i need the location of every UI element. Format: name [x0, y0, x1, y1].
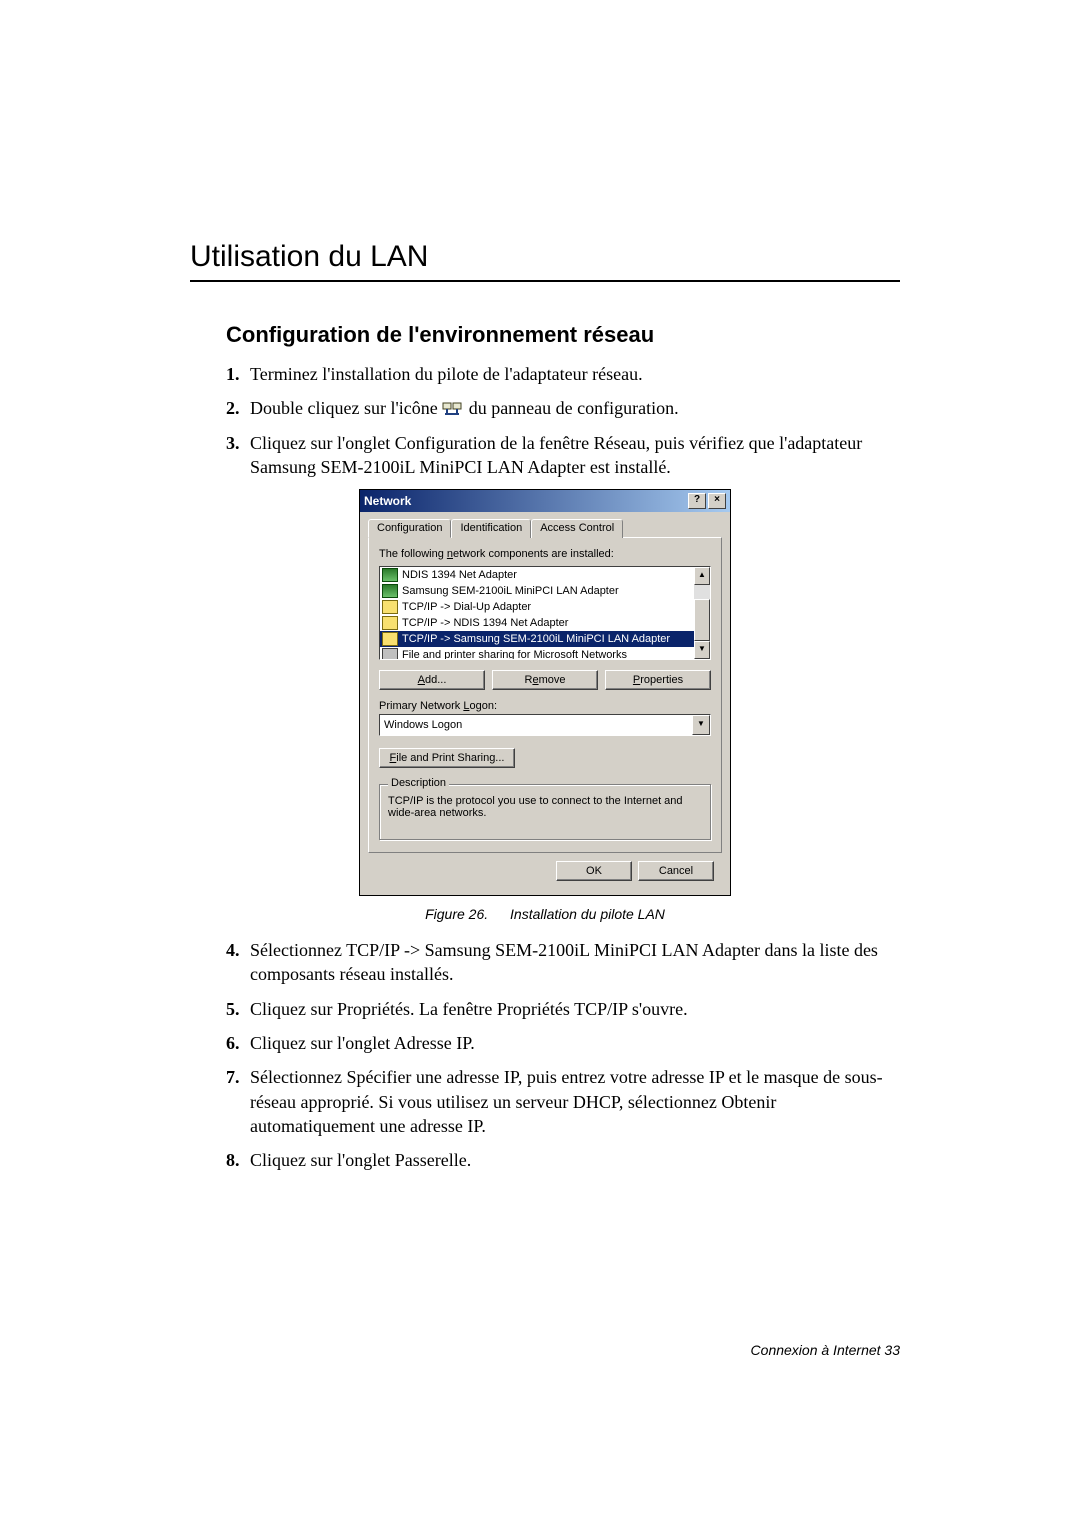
- dialog-title: Network: [364, 494, 411, 508]
- tab-identification[interactable]: Identification: [451, 519, 531, 538]
- btn-label: ile and Print Sharing...: [396, 752, 504, 764]
- component-buttons-row: Add... Remove Properties: [379, 670, 711, 690]
- combo-value: Windows Logon: [380, 719, 692, 731]
- step-number: 4.: [226, 938, 250, 987]
- scroll-down-button[interactable]: ▼: [694, 641, 710, 659]
- step-number: 5.: [226, 997, 250, 1021]
- file-print-sharing-button[interactable]: File and Print Sharing...: [379, 748, 515, 768]
- network-dialog: Network ? × Configuration Identification…: [359, 489, 731, 896]
- step-4: 4. Sélectionnez TCP/IP -> Samsung SEM-21…: [226, 938, 900, 987]
- step-text: Sélectionnez TCP/IP -> Samsung SEM-2100i…: [250, 938, 900, 987]
- list-item-label: TCP/IP -> Dial-Up Adapter: [402, 601, 531, 613]
- btn-label: dd...: [425, 674, 446, 686]
- btn-label: move: [539, 674, 566, 686]
- step-text-before: Double cliquez sur l'icône: [250, 398, 442, 418]
- step-text: Cliquez sur Propriétés. La fenêtre Propr…: [250, 997, 900, 1021]
- step-number: 1.: [226, 362, 250, 386]
- ok-button[interactable]: OK: [556, 861, 632, 881]
- list-item-label: File and printer sharing for Microsoft N…: [402, 649, 627, 659]
- instruction-list-continued: 4. Sélectionnez TCP/IP -> Samsung SEM-21…: [226, 938, 900, 1172]
- figure-caption: Figure 26. Installation du pilote LAN: [190, 906, 900, 922]
- list-item[interactable]: TCP/IP -> NDIS 1394 Net Adapter: [380, 615, 694, 631]
- step-2: 2. Double cliquez sur l'icône du panneau…: [226, 396, 900, 420]
- dialog-footer: OK Cancel: [368, 853, 722, 889]
- close-button[interactable]: ×: [708, 493, 726, 509]
- step-text: Cliquez sur l'onglet Passerelle.: [250, 1148, 900, 1172]
- figure-wrapper: Network ? × Configuration Identification…: [190, 489, 900, 896]
- installed-components-label: The following network components are ins…: [379, 548, 711, 560]
- section-heading: Configuration de l'environnement réseau: [226, 322, 900, 348]
- list-item-label: TCP/IP -> Samsung SEM-2100iL MiniPCI LAN…: [402, 633, 670, 645]
- page-footer: Connexion à Internet 33: [751, 1342, 900, 1358]
- list-item[interactable]: File and printer sharing for Microsoft N…: [380, 647, 694, 659]
- protocol-icon: [382, 632, 398, 646]
- tab-access-control[interactable]: Access Control: [531, 519, 623, 538]
- scroll-up-button[interactable]: ▲: [694, 567, 710, 585]
- label-part: ogon:: [469, 700, 497, 712]
- step-3: 3. Cliquez sur l'onglet Configuration de…: [226, 431, 900, 480]
- step-number: 3.: [226, 431, 250, 480]
- scroll-track[interactable]: [694, 585, 710, 641]
- list-item[interactable]: TCP/IP -> Dial-Up Adapter: [380, 599, 694, 615]
- cancel-button[interactable]: Cancel: [638, 861, 714, 881]
- step-text: Cliquez sur l'onglet Adresse IP.: [250, 1031, 900, 1055]
- adapter-icon: [382, 584, 398, 598]
- protocol-icon: [382, 600, 398, 614]
- list-item[interactable]: NDIS 1394 Net Adapter: [380, 567, 694, 583]
- description-legend: Description: [388, 777, 449, 789]
- service-icon: [382, 648, 398, 659]
- scrollbar[interactable]: ▲ ▼: [694, 567, 710, 659]
- btn-accel: A: [418, 674, 425, 686]
- list-item[interactable]: Samsung SEM-2100iL MiniPCI LAN Adapter: [380, 583, 694, 599]
- adapter-icon: [382, 568, 398, 582]
- primary-logon-combo[interactable]: Windows Logon ▼: [379, 714, 711, 736]
- step-text-after: du panneau de configuration.: [469, 398, 679, 418]
- instruction-list: 1. Terminez l'installation du pilote de …: [226, 362, 900, 479]
- step-1: 1. Terminez l'installation du pilote de …: [226, 362, 900, 386]
- scroll-thumb[interactable]: [694, 599, 710, 641]
- tab-panel-configuration: The following network components are ins…: [368, 537, 722, 853]
- help-button[interactable]: ?: [688, 493, 706, 509]
- network-control-panel-icon: [442, 399, 464, 417]
- step-text: Terminez l'installation du pilote de l'a…: [250, 362, 900, 386]
- figure-caption-text: Installation du pilote LAN: [510, 906, 665, 922]
- step-5: 5. Cliquez sur Propriétés. La fenêtre Pr…: [226, 997, 900, 1021]
- step-6: 6. Cliquez sur l'onglet Adresse IP.: [226, 1031, 900, 1055]
- description-text: TCP/IP is the protocol you use to connec…: [388, 795, 702, 819]
- step-7: 7. Sélectionnez Spécifier une adresse IP…: [226, 1065, 900, 1138]
- btn-label: roperties: [640, 674, 683, 686]
- step-number: 8.: [226, 1148, 250, 1172]
- list-item-label: Samsung SEM-2100iL MiniPCI LAN Adapter: [402, 585, 619, 597]
- list-item-label: NDIS 1394 Net Adapter: [402, 569, 517, 581]
- combo-dropdown-button[interactable]: ▼: [692, 715, 710, 735]
- description-groupbox: Description TCP/IP is the protocol you u…: [379, 784, 711, 840]
- page-title: Utilisation du LAN: [190, 240, 900, 274]
- step-number: 6.: [226, 1031, 250, 1055]
- properties-button[interactable]: Properties: [605, 670, 711, 690]
- label-part: The following: [379, 548, 447, 560]
- primary-logon-label: Primary Network Logon:: [379, 700, 711, 712]
- figure-number: Figure 26.: [425, 906, 488, 922]
- protocol-icon: [382, 616, 398, 630]
- step-text: Double cliquez sur l'icône du panneau de…: [250, 396, 900, 420]
- tab-strip: Configuration Identification Access Cont…: [368, 518, 722, 537]
- dialog-titlebar[interactable]: Network ? ×: [360, 490, 730, 512]
- remove-button[interactable]: Remove: [492, 670, 598, 690]
- listbox-items: NDIS 1394 Net Adapter Samsung SEM-2100iL…: [380, 567, 694, 659]
- step-8: 8. Cliquez sur l'onglet Passerelle.: [226, 1148, 900, 1172]
- step-number: 2.: [226, 396, 250, 420]
- label-part: Primary Network: [379, 700, 463, 712]
- title-rule: [190, 280, 900, 282]
- components-listbox[interactable]: NDIS 1394 Net Adapter Samsung SEM-2100iL…: [379, 566, 711, 660]
- list-item-label: TCP/IP -> NDIS 1394 Net Adapter: [402, 617, 568, 629]
- add-button[interactable]: Add...: [379, 670, 485, 690]
- step-text: Cliquez sur l'onglet Configuration de la…: [250, 431, 900, 480]
- step-number: 7.: [226, 1065, 250, 1138]
- label-part: etwork components are installed:: [453, 548, 614, 560]
- list-item-selected[interactable]: TCP/IP -> Samsung SEM-2100iL MiniPCI LAN…: [380, 631, 694, 647]
- tab-configuration[interactable]: Configuration: [368, 519, 451, 538]
- step-text: Sélectionnez Spécifier une adresse IP, p…: [250, 1065, 900, 1138]
